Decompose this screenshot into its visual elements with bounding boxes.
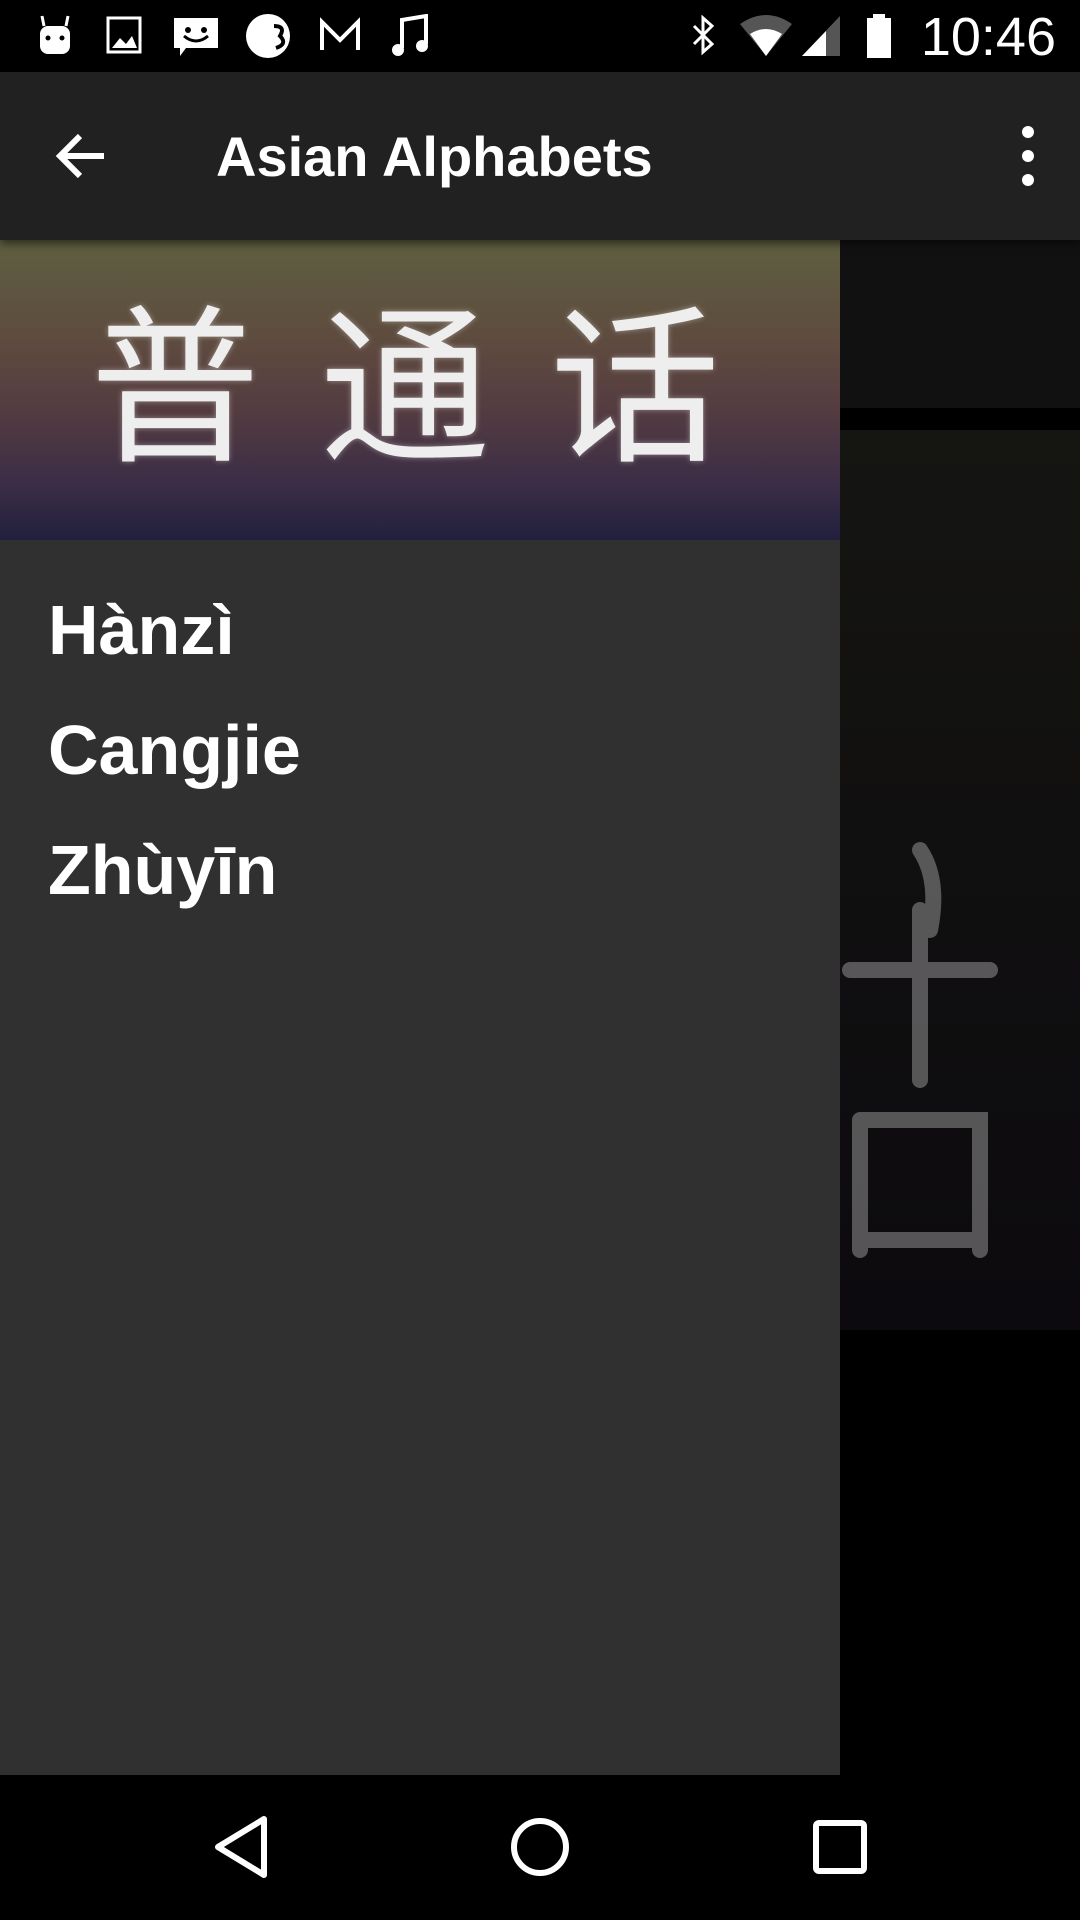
drawer-item-cangjie[interactable]: Cangjie xyxy=(0,690,840,810)
background-header xyxy=(840,240,1080,408)
toolbar: Asian Alphabets xyxy=(0,72,1080,240)
back-triangle-icon[interactable] xyxy=(206,1811,278,1883)
drawer-item-zhuyin[interactable]: Zhùyīn xyxy=(0,810,840,930)
crescent-app-icon xyxy=(246,14,290,58)
battery-icon xyxy=(867,14,891,58)
bluetooth-icon xyxy=(692,14,715,56)
recents-square-icon[interactable] xyxy=(804,1811,876,1883)
gmail-icon xyxy=(320,17,360,50)
home-circle-icon[interactable] xyxy=(504,1811,576,1883)
navigation-bar xyxy=(0,1775,1080,1920)
signal-icon xyxy=(802,16,840,56)
clock: 10:46 xyxy=(920,7,1056,67)
status-bar: 10:46 xyxy=(0,0,1080,72)
chat-icon xyxy=(174,18,218,56)
putonghua-calligraphy-text: 普通话 xyxy=(90,291,781,489)
arrow-back-icon[interactable] xyxy=(50,124,114,188)
navigation-drawer: 普通话 Hànzì Cangjie Zhùyīn xyxy=(0,240,840,1775)
app-title: Asian Alphabets xyxy=(216,125,653,188)
drawer-item-hanzi[interactable]: Hànzì xyxy=(0,570,840,690)
wifi-icon xyxy=(740,15,792,56)
android-icon xyxy=(40,15,70,54)
drawer-menu: Hànzì Cangjie Zhùyīn xyxy=(0,570,840,930)
drawer-header-image: 普通话 xyxy=(0,240,840,540)
music-note-icon xyxy=(392,14,428,56)
image-icon xyxy=(106,16,142,54)
background-image xyxy=(840,430,1080,1330)
more-vert-icon[interactable] xyxy=(1006,122,1050,190)
background-content xyxy=(840,240,1080,1775)
